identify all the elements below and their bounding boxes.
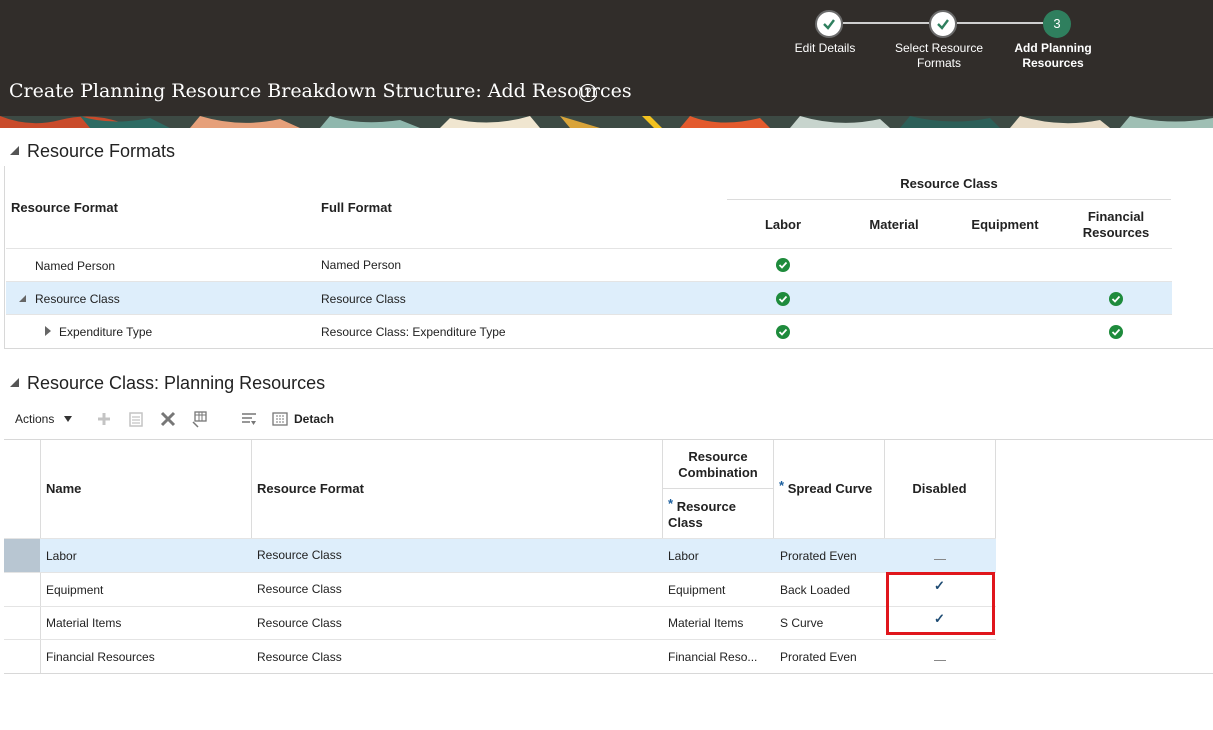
actions-menu[interactable]: Actions (15, 412, 72, 426)
expand-triangle-icon[interactable] (45, 326, 51, 336)
row-selector[interactable] (4, 573, 40, 606)
col-labor[interactable]: Labor (727, 217, 839, 232)
table-row[interactable]: Resource Class Resource Class (6, 281, 1172, 314)
collapse-triangle-icon[interactable] (10, 378, 19, 387)
resource-class-cell[interactable]: Financial Reso... (668, 650, 757, 664)
group-divider (662, 488, 773, 489)
check-circle-icon (776, 258, 790, 272)
col-full-format[interactable]: Full Format (321, 200, 392, 215)
col-resource-class-label: Resource Class (668, 499, 736, 530)
resource-formats-heading[interactable]: Resource Formats (10, 141, 175, 162)
disabled-empty-indicator[interactable] (934, 660, 946, 661)
page-header: Edit Details Select Resource Formats 3 A… (0, 0, 1213, 128)
annotation-highlight-box (886, 572, 995, 635)
table-toolbar: Actions Detach (0, 404, 600, 434)
required-asterisk: * (668, 496, 674, 511)
spread-curve-cell[interactable]: Prorated Even (780, 650, 857, 664)
name-cell: Financial Resources (46, 650, 155, 664)
col-material[interactable]: Material (839, 217, 949, 232)
planning-resources-table: Name Resource Format Resource Combinatio… (4, 439, 1213, 674)
help-icon[interactable]: ? (579, 84, 597, 102)
train-connector-1 (843, 22, 929, 24)
train-step-add-resources: 3 (1043, 10, 1071, 38)
section-title: Resource Class: Planning Resources (27, 373, 326, 393)
col-equipment[interactable]: Equipment (949, 217, 1061, 232)
train-label-add-resources: Add Planning Resources (1014, 41, 1092, 70)
add-icon[interactable] (95, 410, 113, 428)
col-spread-curve[interactable]: * Spread Curve (779, 478, 872, 496)
row-selector[interactable] (4, 607, 40, 640)
resource-format-cell: Resource Class (257, 582, 342, 596)
resource-format-cell: Resource Class (257, 650, 342, 664)
planning-resources-heading[interactable]: Resource Class: Planning Resources (10, 373, 325, 394)
table-row[interactable]: Financial Resources Resource Class Finan… (4, 639, 996, 673)
full-format-cell: Named Person (321, 258, 402, 272)
train-connector-2 (957, 22, 1043, 24)
check-circle-icon (776, 292, 790, 306)
col-resource-format[interactable]: Resource Format (11, 200, 118, 215)
name-cell: Material Items (46, 616, 122, 630)
column-divider (662, 440, 663, 538)
resource-format-cell: Resource Class (257, 548, 342, 562)
name-cell: Labor (46, 549, 77, 563)
spread-curve-cell[interactable]: S Curve (780, 616, 823, 630)
decorative-banner (0, 116, 1213, 128)
check-circle-icon (776, 325, 790, 339)
full-format-cell: Resource Class: Expenditure Type (321, 325, 506, 339)
column-divider (773, 440, 774, 538)
required-asterisk: * (779, 478, 785, 493)
resource-class-cell[interactable]: Equipment (668, 583, 725, 597)
table-row[interactable]: Material Items Resource Class Material I… (4, 606, 996, 640)
delete-icon[interactable] (159, 410, 177, 428)
query-by-example-icon[interactable] (191, 410, 209, 428)
page-title: Create Planning Resource Breakdown Struc… (9, 80, 632, 102)
resource-format-cell: Resource Class (35, 292, 120, 306)
table-row[interactable]: Equipment Resource Class Equipment Back … (4, 572, 996, 606)
col-resource-format[interactable]: Resource Format (257, 481, 364, 496)
spread-curve-cell[interactable]: Prorated Even (780, 549, 857, 563)
dropdown-arrow-icon (63, 416, 72, 422)
detach-button[interactable]: Detach (294, 412, 334, 426)
column-divider (251, 440, 252, 538)
checkmark-icon (823, 19, 835, 30)
name-cell: Equipment (46, 583, 104, 597)
section-title: Resource Formats (27, 141, 176, 161)
col-name[interactable]: Name (46, 481, 81, 496)
edit-icon[interactable] (127, 410, 145, 428)
table-row[interactable]: Named Person Named Person (6, 248, 1172, 281)
full-format-cell: Resource Class (321, 292, 406, 306)
col-financial-resources[interactable]: Financial Resources (1061, 209, 1171, 241)
train-step-edit-details[interactable] (815, 10, 843, 38)
train-step-select-formats[interactable] (929, 10, 957, 38)
detach-icon[interactable] (271, 410, 289, 428)
check-circle-icon (1109, 325, 1123, 339)
resource-format-cell: Expenditure Type (59, 325, 153, 339)
column-divider (995, 440, 996, 538)
format-icon[interactable] (240, 410, 258, 428)
train-label-select-formats[interactable]: Select Resource Formats (879, 41, 999, 71)
col-group-resource-combination: Resource Combination (678, 449, 758, 480)
collapse-triangle-icon[interactable] (19, 295, 26, 302)
col-disabled[interactable]: Disabled (884, 481, 995, 496)
col-group-resource-class: Resource Class (900, 176, 998, 191)
row-selector[interactable] (4, 539, 40, 572)
resource-formats-table: Resource Format Full Format Resource Cla… (4, 166, 1213, 349)
collapse-triangle-icon[interactable] (10, 146, 19, 155)
resource-class-cell[interactable]: Material Items (668, 616, 743, 630)
col-resource-class[interactable]: * Resource Class (668, 496, 768, 531)
resource-format-cell: Named Person (35, 259, 116, 273)
checkmark-icon (937, 19, 949, 30)
train-label-edit-details[interactable]: Edit Details (765, 41, 885, 56)
table-row[interactable]: Labor Resource Class Labor Prorated Even (4, 538, 996, 572)
actions-label: Actions (15, 412, 55, 426)
check-circle-icon (1109, 292, 1123, 306)
resource-format-cell: Resource Class (257, 616, 342, 630)
disabled-empty-indicator[interactable] (934, 559, 946, 560)
spread-curve-cell[interactable]: Back Loaded (780, 583, 850, 597)
table-row[interactable]: Expenditure Type Resource Class: Expendi… (6, 314, 1172, 347)
resource-class-cell[interactable]: Labor (668, 549, 699, 563)
group-divider (727, 199, 1171, 200)
row-selector[interactable] (4, 640, 40, 673)
col-spread-curve-label: Spread Curve (787, 481, 873, 496)
